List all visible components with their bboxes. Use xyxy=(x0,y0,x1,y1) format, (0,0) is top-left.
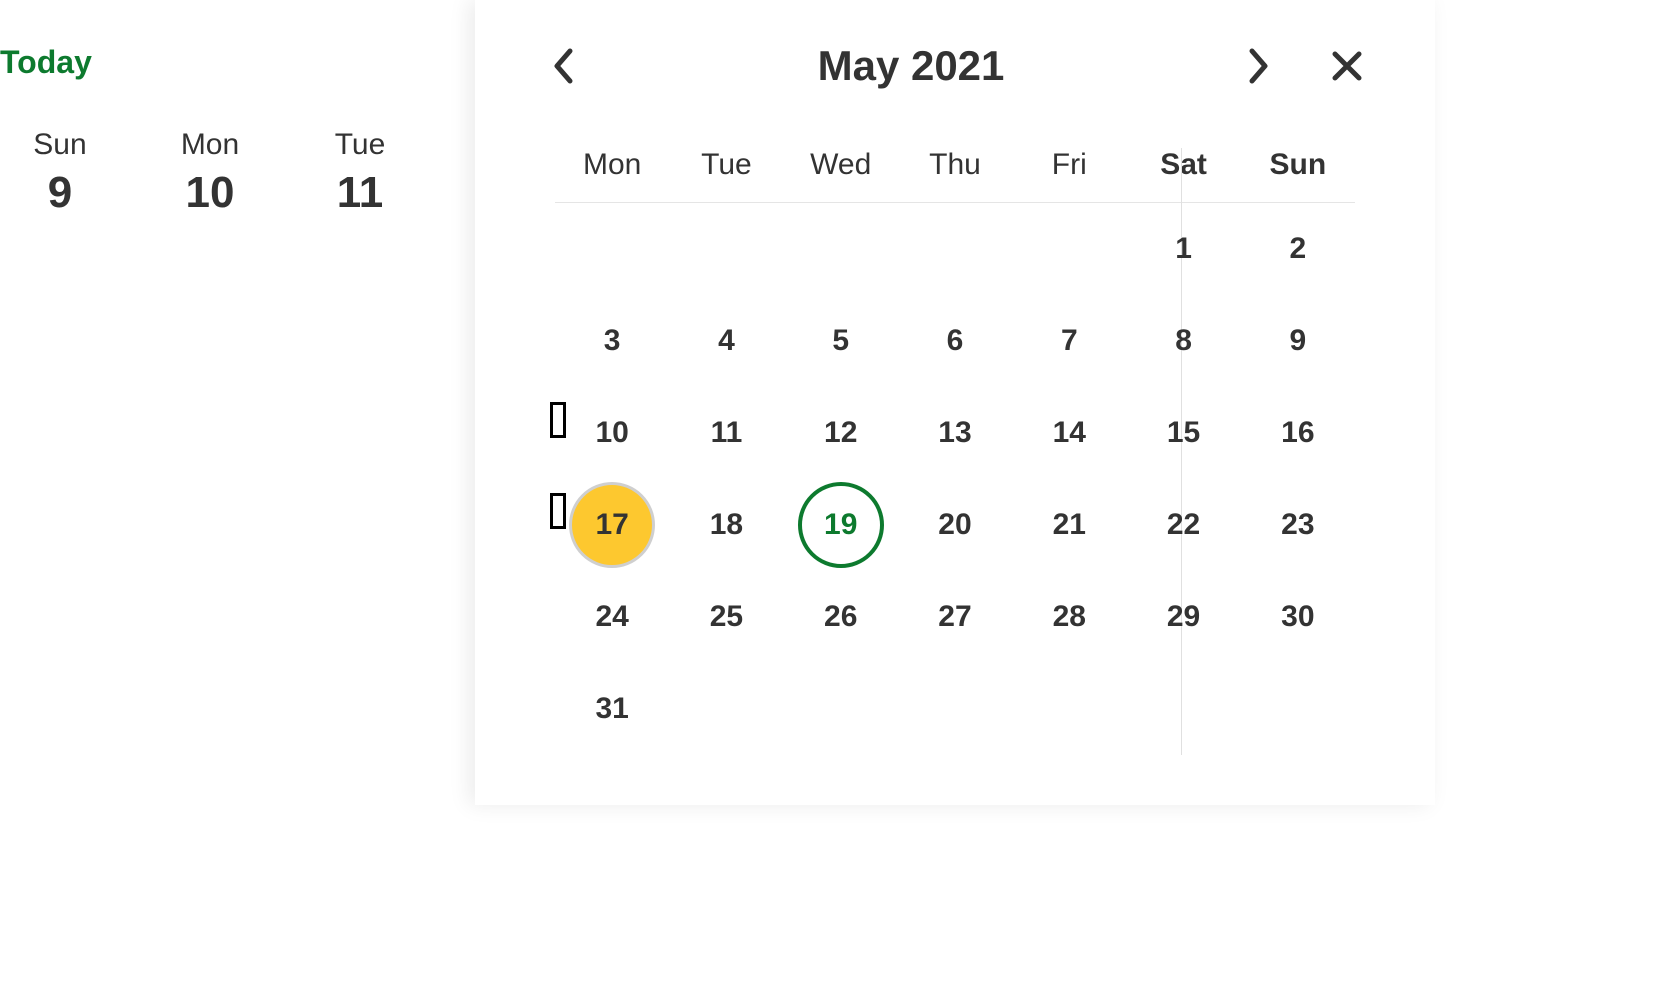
calendar-day[interactable]: 11 xyxy=(669,387,783,479)
day-number: 6 xyxy=(947,324,964,358)
day-of-week-label: Sat xyxy=(1126,148,1240,182)
calendar-header: May 2021 xyxy=(517,42,1393,90)
week-day[interactable]: Mon 10 xyxy=(150,128,270,218)
calendar-day[interactable]: 20 xyxy=(898,479,1012,571)
chevron-right-icon xyxy=(1248,48,1270,84)
day-of-week-label: Tue xyxy=(669,148,783,182)
day-of-week-label: Thu xyxy=(898,148,1012,182)
calendar-day[interactable]: 5 xyxy=(784,295,898,387)
chevron-left-icon xyxy=(552,48,574,84)
day-number: 13 xyxy=(938,416,971,450)
calendar-day[interactable]: 2 xyxy=(1241,203,1355,295)
calendar-day[interactable]: 13 xyxy=(898,387,1012,479)
day-number: 4 xyxy=(718,324,735,358)
day-number: 3 xyxy=(604,324,621,358)
calendar-grid: MonTueWedThuFriSatSun 123456789101112131… xyxy=(517,148,1393,755)
day-number: 5 xyxy=(832,324,849,358)
day-of-week-row: MonTueWedThuFriSatSun xyxy=(555,148,1355,203)
week-day[interactable]: Sun 9 xyxy=(0,128,120,218)
day-number: 14 xyxy=(1053,416,1086,450)
day-number: 23 xyxy=(1281,508,1314,542)
calendar-day[interactable]: 10 xyxy=(555,387,669,479)
close-button[interactable] xyxy=(1323,42,1371,90)
calendar-day[interactable]: 30 xyxy=(1241,571,1355,663)
today-link[interactable]: Today xyxy=(0,44,92,81)
calendar-day[interactable]: 1 xyxy=(1126,203,1240,295)
day-number: 16 xyxy=(1281,416,1314,450)
prev-month-button[interactable] xyxy=(539,42,587,90)
day-number: 9 xyxy=(1290,324,1307,358)
bracket-decoration xyxy=(550,402,566,438)
week-day-num: 11 xyxy=(300,168,420,218)
day-number: 17 xyxy=(595,508,628,542)
calendar-day[interactable]: 16 xyxy=(1241,387,1355,479)
calendar-day-empty xyxy=(784,203,898,295)
calendar-day[interactable]: 14 xyxy=(1012,387,1126,479)
day-number: 21 xyxy=(1053,508,1086,542)
day-number: 2 xyxy=(1290,232,1307,266)
calendar-day[interactable]: 12 xyxy=(784,387,898,479)
calendar-day-empty xyxy=(1012,203,1126,295)
day-number: 20 xyxy=(938,508,971,542)
day-number: 18 xyxy=(710,508,743,542)
calendar-day-empty xyxy=(898,203,1012,295)
day-of-week-label: Mon xyxy=(555,148,669,182)
calendar-day[interactable]: 6 xyxy=(898,295,1012,387)
calendar-day[interactable]: 25 xyxy=(669,571,783,663)
day-number: 1 xyxy=(1175,232,1192,266)
next-month-button[interactable] xyxy=(1235,42,1283,90)
day-of-week-label: Fri xyxy=(1012,148,1126,182)
week-day-num: 10 xyxy=(150,168,270,218)
calendar-day[interactable]: 26 xyxy=(784,571,898,663)
calendar-day[interactable]: 24 xyxy=(555,571,669,663)
week-day-name: Sun xyxy=(0,128,120,162)
day-number: 11 xyxy=(711,416,743,450)
day-number: 19 xyxy=(824,508,857,542)
calendar-day[interactable]: 7 xyxy=(1012,295,1126,387)
day-number: 15 xyxy=(1167,416,1200,450)
calendar-day[interactable]: 9 xyxy=(1241,295,1355,387)
calendar-day[interactable]: 17 xyxy=(555,479,669,571)
calendar-day[interactable]: 4 xyxy=(669,295,783,387)
week-day-name: Mon xyxy=(150,128,270,162)
close-icon xyxy=(1331,50,1363,82)
calendar-day[interactable]: 19 xyxy=(784,479,898,571)
calendar-day[interactable]: 15 xyxy=(1126,387,1240,479)
calendar-popup: May 2021 MonTueWedThuFriSatSun 123456789… xyxy=(475,0,1435,805)
calendar-day[interactable]: 29 xyxy=(1126,571,1240,663)
calendar-day[interactable]: 31 xyxy=(555,663,669,755)
day-number: 27 xyxy=(938,600,971,634)
day-number: 28 xyxy=(1053,600,1086,634)
day-number: 25 xyxy=(710,600,743,634)
calendar-day[interactable]: 23 xyxy=(1241,479,1355,571)
calendar-day[interactable]: 27 xyxy=(898,571,1012,663)
day-of-week-label: Sun xyxy=(1241,148,1355,182)
calendar-month-title: May 2021 xyxy=(587,42,1235,90)
calendar-day-empty xyxy=(555,203,669,295)
day-number: 10 xyxy=(595,416,628,450)
day-number: 30 xyxy=(1281,600,1314,634)
calendar-day[interactable]: 22 xyxy=(1126,479,1240,571)
day-number: 31 xyxy=(595,692,628,726)
day-number: 24 xyxy=(595,600,628,634)
week-day-num: 9 xyxy=(0,168,120,218)
day-number: 12 xyxy=(824,416,857,450)
day-number: 22 xyxy=(1167,508,1200,542)
bracket-decoration xyxy=(550,493,566,529)
day-number: 7 xyxy=(1061,324,1078,358)
calendar-day[interactable]: 21 xyxy=(1012,479,1126,571)
day-number: 8 xyxy=(1175,324,1192,358)
calendar-days: 1234567891011121314151617181920212223242… xyxy=(555,203,1355,755)
week-day-name: Tue xyxy=(300,128,420,162)
week-day[interactable]: Tue 11 xyxy=(300,128,420,218)
calendar-day[interactable]: 28 xyxy=(1012,571,1126,663)
calendar-day[interactable]: 8 xyxy=(1126,295,1240,387)
calendar-day[interactable]: 3 xyxy=(555,295,669,387)
day-number: 26 xyxy=(824,600,857,634)
day-number: 29 xyxy=(1167,600,1200,634)
calendar-day[interactable]: 18 xyxy=(669,479,783,571)
calendar-day-empty xyxy=(669,203,783,295)
day-of-week-label: Wed xyxy=(784,148,898,182)
